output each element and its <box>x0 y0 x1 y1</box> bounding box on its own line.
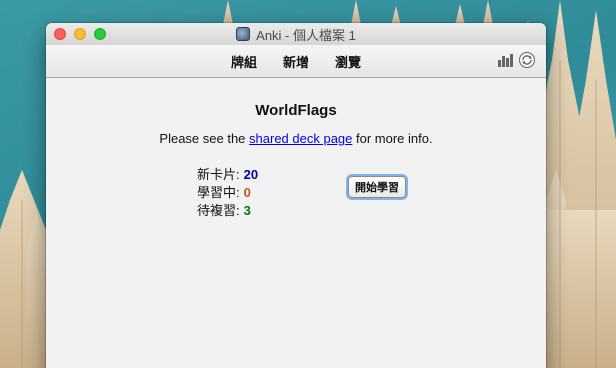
new-count-label: 新卡片: <box>197 167 240 182</box>
window-title-group: Anki - 個人檔案 1 <box>236 25 356 44</box>
deck-title: WorldFlags <box>255 102 337 119</box>
toolbar-right-icons <box>496 51 536 69</box>
window-controls <box>54 28 106 40</box>
main-toolbar: 牌組 新增 瀏覽 <box>46 45 546 78</box>
decks-link[interactable]: 牌組 <box>227 50 261 73</box>
zoom-window-button[interactable] <box>94 28 106 40</box>
review-count-row: 待複習: 3 <box>197 202 258 220</box>
deck-overview: WorldFlags Please see the shared deck pa… <box>46 78 546 246</box>
new-count-row: 新卡片: 20 <box>197 166 258 184</box>
desktop: Anki - 個人檔案 1 牌組 新增 瀏覽 WorldFlags Please… <box>0 0 616 368</box>
study-now-button[interactable]: 開始學習 <box>348 176 406 198</box>
minimize-window-button[interactable] <box>74 28 86 40</box>
learning-count-value: 0 <box>243 185 251 200</box>
browse-link[interactable]: 瀏覽 <box>331 50 365 73</box>
title-bar: Anki - 個人檔案 1 <box>46 23 546 45</box>
deck-description: Please see the shared deck page for more… <box>46 131 546 146</box>
shared-deck-page-link[interactable]: shared deck page <box>249 131 352 146</box>
review-count-value: 3 <box>243 203 251 218</box>
learning-count-label: 學習中: <box>197 185 240 200</box>
window-title: Anki - 個人檔案 1 <box>256 27 356 43</box>
description-prefix: Please see the <box>159 131 250 146</box>
card-counts: 新卡片: 20 學習中: 0 待複習: 3 <box>197 166 258 220</box>
new-count-value: 20 <box>243 167 259 182</box>
sync-icon[interactable] <box>518 51 536 69</box>
add-link[interactable]: 新增 <box>279 50 313 73</box>
review-count-label: 待複習: <box>197 203 240 218</box>
anki-app-icon <box>236 27 251 41</box>
anki-window: Anki - 個人檔案 1 牌組 新增 瀏覽 WorldFlags Please… <box>46 23 546 368</box>
learning-count-row: 學習中: 0 <box>197 184 258 202</box>
close-window-button[interactable] <box>54 28 66 40</box>
study-panel: 新卡片: 20 學習中: 0 待複習: 3 開始學習 <box>46 166 546 246</box>
description-suffix: for more info. <box>352 131 433 146</box>
stats-icon[interactable] <box>496 51 514 69</box>
